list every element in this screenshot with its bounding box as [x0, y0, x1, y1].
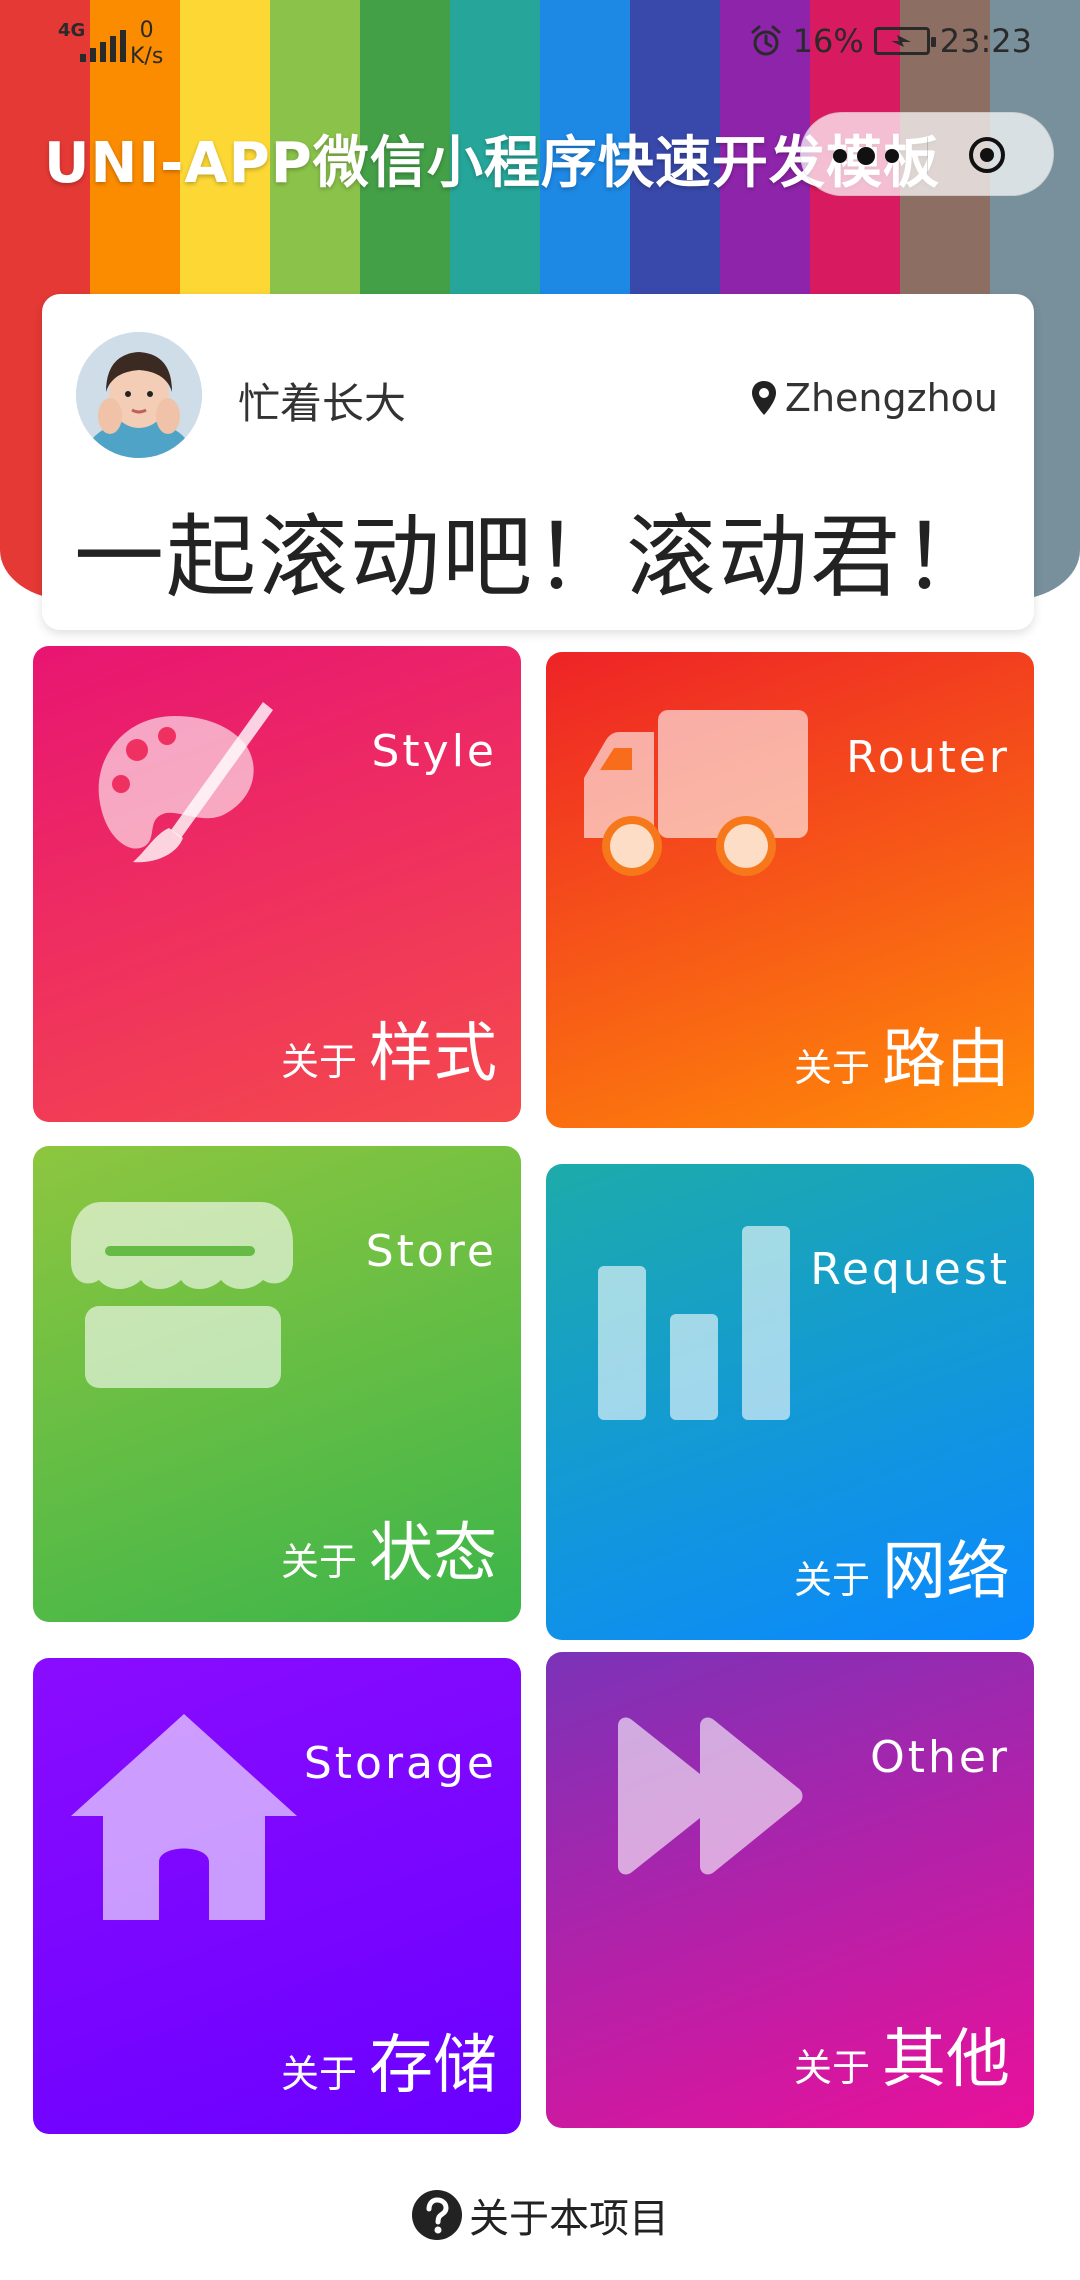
signal-icon [80, 28, 126, 62]
status-right: 16% 23:23 [749, 22, 1032, 60]
clock: 23:23 [939, 22, 1032, 60]
close-target-icon[interactable] [967, 135, 1007, 175]
storefront-icon [71, 1202, 293, 1388]
tile-storage[interactable]: Storage 关于 存储 [33, 1658, 521, 2134]
location-pin-icon [751, 381, 776, 415]
battery-percent: 16% [792, 22, 864, 60]
battery-icon [873, 27, 936, 55]
tile-store-subtitle: 关于 状态 [280, 1517, 497, 1591]
alarm-icon [751, 25, 781, 56]
tile-request-subtitle: 关于 网络 [793, 1535, 1010, 1609]
help-icon [412, 2190, 462, 2240]
tile-store[interactable]: Store 关于 状态 [33, 1146, 521, 1622]
tile-router-subtitle: 关于 路由 [793, 1023, 1010, 1097]
motto-text: 一起滚动吧！滚动君！ [74, 505, 994, 610]
home-icon [71, 1714, 297, 1920]
tile-other[interactable]: Other 关于 其他 [546, 1652, 1034, 2128]
about-project-link[interactable]: 关于本项目 [0, 2186, 1080, 2244]
username: 忙着长大 [238, 379, 407, 428]
network-speed: 0 K/s [130, 18, 163, 70]
location-text: Zhengzhou [784, 376, 998, 420]
more-menu-button[interactable] [833, 147, 899, 165]
speed-value: 0 [139, 18, 154, 43]
palette-icon [98, 702, 273, 863]
status-bar: 4G 0 K/s 16% 23:23 [0, 0, 1080, 95]
bar-chart-icon [598, 1226, 790, 1420]
tile-other-subtitle: 关于 其他 [793, 2023, 1010, 2097]
tile-request[interactable]: Request 关于 网络 [546, 1164, 1034, 1640]
miniprogram-capsule [800, 112, 1054, 196]
fast-forward-icon [618, 1717, 803, 1875]
tile-storage-subtitle: 关于 存储 [280, 2029, 497, 2103]
location: Zhengzhou [751, 376, 998, 420]
tile-store-title: Store [365, 1226, 497, 1277]
tile-style[interactable]: Style 关于 样式 [33, 646, 521, 1122]
speed-unit: K/s [130, 44, 164, 69]
capsule-divider [927, 137, 928, 173]
profile-card: 忙着长大 Zhengzhou 一起滚动吧！滚动君！ [42, 294, 1034, 630]
about-project-label: 关于本项目 [469, 2196, 669, 2242]
tile-router-title: Router [846, 732, 1010, 783]
tile-style-subtitle: 关于 样式 [280, 1017, 497, 1091]
tile-storage-title: Storage [303, 1738, 497, 1789]
tile-request-title: Request [810, 1244, 1010, 1295]
tile-router[interactable]: Router 关于 路由 [546, 652, 1034, 1128]
avatar[interactable] [76, 332, 202, 458]
truck-icon [584, 710, 808, 876]
tile-other-title: Other [870, 1732, 1010, 1783]
tile-style-title: Style [371, 726, 497, 777]
app-screen: 4G 0 K/s 16% 23:23 UNI-APP微信小程序快速开发模板 忙着… [0, 0, 1080, 2280]
